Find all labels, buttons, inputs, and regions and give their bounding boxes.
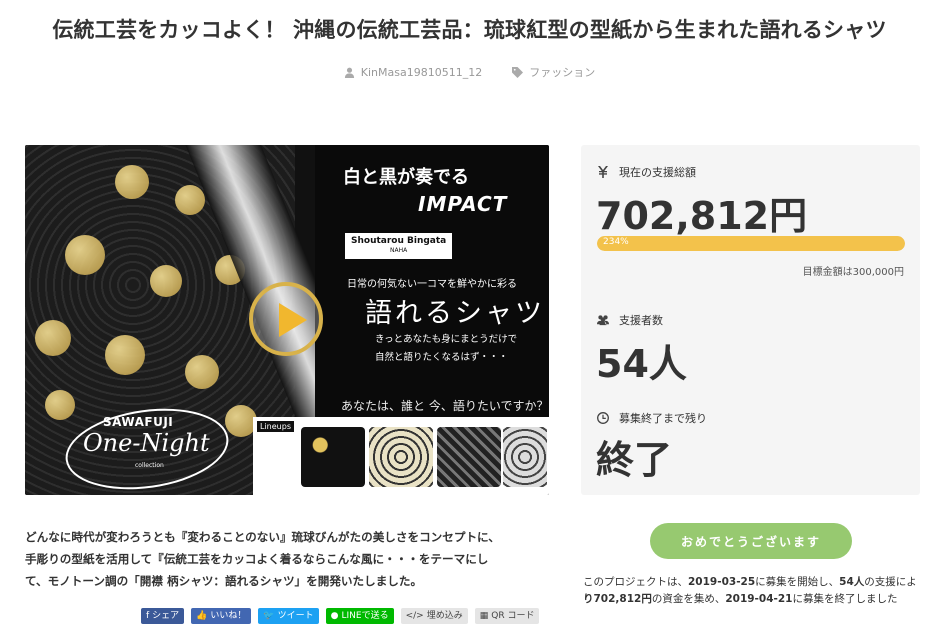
result-text: このプロジェクトは、: [583, 576, 688, 588]
supporters-label-text: 支援者数: [619, 314, 663, 327]
category-name: ファッション: [529, 66, 596, 79]
project-description: どんなに時代が変わろうとも『変わることのない』琉球びんがたの美しさをコンセプトに…: [25, 526, 561, 592]
author-link[interactable]: KinMasa19810511_12: [344, 64, 482, 80]
hero-sub: きっとあなたも身にまとうだけで 自然と語りたくなるはず・・・: [375, 331, 517, 367]
result-amount: り702,812円: [583, 593, 652, 605]
supporters-value: 54人: [596, 342, 687, 386]
funded-label-text: 現在の支援総額: [619, 166, 696, 179]
lineups-tag: Lineups: [257, 421, 294, 432]
hero-sub2: 自然と語りたくなるはず・・・: [375, 352, 509, 363]
hero-line1: 日常の何気ない一コマを鮮やかに彩る: [347, 279, 517, 290]
line-share-button[interactable]: ● LINEで送る: [325, 608, 394, 624]
author-name: KinMasa19810511_12: [360, 65, 483, 79]
brand-sub: NAHA: [390, 247, 408, 254]
gold-dot: [45, 390, 75, 420]
tweet-button[interactable]: 🐦 ツイート: [258, 608, 319, 624]
gold-dot: [185, 355, 219, 389]
hero-question: あなたは、誰と 今、語りたいですか？: [341, 399, 549, 413]
code-icon: </>: [405, 611, 424, 621]
qr-label: QR コード: [491, 611, 535, 621]
facebook-share-button[interactable]: f シェア: [141, 608, 185, 624]
share-buttons: f シェア 👍 いいね！ 🐦 ツイート ● LINEで送る </> 埋め込み ▦ QR コー…: [141, 608, 540, 624]
collection-label: collection: [135, 462, 164, 469]
hero-big-text: 語れるシャツ: [365, 298, 545, 329]
result-start-date: 2019-03-25: [688, 576, 756, 588]
twitter-icon: 🐦: [263, 611, 275, 621]
result-text: に募集を終了しました: [792, 593, 898, 605]
funded-value: 702,812円: [596, 194, 808, 238]
hero-impact: IMPACT: [418, 192, 508, 216]
lineup-shirt: [301, 427, 365, 487]
hero-headline: 白と黒が奏でる: [343, 167, 469, 188]
tweet-label: ツイート: [277, 611, 314, 621]
result-text: に募集を開始し、: [755, 576, 840, 588]
gold-dot: [105, 335, 145, 375]
result-supporters: 54人: [839, 576, 865, 588]
progress-bar: 234%: [597, 236, 905, 251]
collection-sawafuji: SAWAFUJI: [103, 415, 174, 429]
line-label: LINEで送る: [341, 611, 389, 621]
hero-sub1: きっとあなたも身にまとうだけで: [375, 334, 518, 345]
remaining-label: 募集終了まで残り: [597, 410, 707, 426]
tag-icon: [512, 66, 524, 78]
result-text: の資金を集め、: [651, 593, 726, 605]
facebook-like-button[interactable]: 👍 いいね！: [191, 608, 252, 624]
gold-dot: [65, 235, 105, 275]
remaining-label-text: 募集終了まで残り: [619, 412, 707, 425]
funding-stats: 現在の支援総額 702,812円 234% 目標金額は300,000円 支援者数…: [581, 145, 920, 495]
users-icon: [597, 315, 609, 326]
remaining-value: 終了: [596, 438, 673, 482]
gold-dot: [115, 165, 149, 199]
user-icon: [344, 67, 354, 78]
play-icon[interactable]: [249, 282, 323, 356]
congrats-button[interactable]: おめでとうございます: [650, 523, 852, 559]
embed-label: 埋め込み: [426, 611, 463, 621]
embed-button[interactable]: </> 埋め込み: [400, 608, 468, 624]
lineup-shirt: [437, 427, 501, 487]
progress-fill: [597, 236, 905, 251]
description-line: て、モノトーン調の「開襟 柄シャツ：語れるシャツ」を開発いたしました。: [25, 574, 423, 588]
gold-dot: [150, 265, 182, 297]
funded-label: 現在の支援総額: [597, 164, 696, 180]
lineups-strip: Lineups: [253, 417, 549, 495]
goal-amount: 目標金額は300,000円: [802, 267, 904, 278]
lineup-shirt: [369, 427, 433, 487]
hero-brand: Shoutarou Bingata NAHA: [345, 233, 453, 259]
page-title: 伝統工芸をカッコよく！ 沖縄の伝統工芸品：琉球紅型の型紙から生まれた語れるシャツ: [52, 18, 887, 42]
gold-dot: [175, 185, 205, 215]
line-icon: ●: [330, 611, 339, 621]
qr-code-button[interactable]: ▦ QR コード: [474, 608, 540, 624]
description-line: 手彫りの型紙を活用して『伝統工芸をカッコよく着るならこんな風に・・・をテーマにし: [25, 552, 489, 566]
gold-dot: [35, 320, 71, 356]
facebook-icon: f: [146, 611, 150, 621]
lineup-shirt: [503, 427, 547, 487]
project-result: このプロジェクトは、2019-03-25に募集を開始し、54人の支援により702…: [583, 574, 923, 608]
result-end-date: 2019-04-21: [725, 593, 793, 605]
result-text: の支援によ: [864, 576, 917, 588]
progress-label: 234%: [603, 237, 629, 247]
supporters-label: 支援者数: [597, 312, 663, 328]
category-link[interactable]: ファッション: [512, 64, 595, 80]
yen-icon: [598, 166, 608, 178]
facebook-share-label: シェア: [152, 611, 180, 621]
project-meta: KinMasa19810511_12 ファッション: [0, 64, 939, 80]
collection-name: One-Night: [83, 429, 210, 457]
like-label: いいね！: [210, 611, 247, 621]
description-line: どんなに時代が変わろうとも『変わることのない』琉球びんがたの美しさをコンセプトに…: [25, 530, 500, 544]
qr-icon: ▦: [479, 611, 489, 621]
thumbs-up-icon: 👍: [196, 611, 208, 621]
brand-name: Shoutarou Bingata: [351, 236, 447, 246]
clock-icon: [597, 412, 609, 424]
